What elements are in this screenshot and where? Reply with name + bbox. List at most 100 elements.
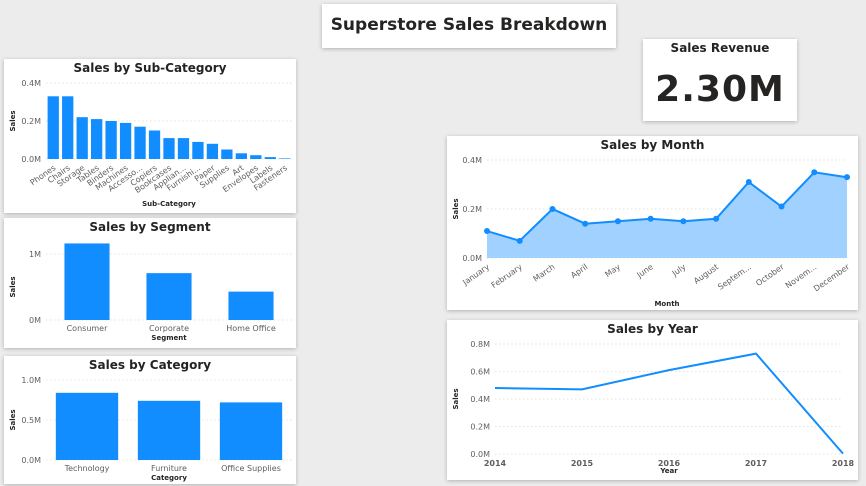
y-tick-label: 0.0M: [462, 254, 482, 263]
x-tick-label: October: [754, 262, 786, 288]
x-axis-title: Segment: [151, 334, 187, 342]
sales-by-subcategory-chart[interactable]: Sales by Sub-Category 0.0M 0.2M 0.4M Sales S…: [4, 59, 296, 213]
bar-subcategory: [91, 119, 103, 159]
kpi-label: Sales Revenue: [670, 41, 770, 55]
bar-subcategory: [163, 138, 175, 159]
x-axis-title: Month: [654, 300, 679, 308]
segment-plot: 0M 1M Sales Segment Consumer Corporate Home Of…: [9, 243, 292, 342]
data-point: [811, 169, 818, 176]
series-line: [494, 352, 844, 455]
x-axis-title: Year: [659, 467, 678, 475]
x-tick-label: Corporate: [149, 324, 189, 333]
x-tick-label: April: [569, 262, 589, 280]
y-tick-label: 0.8M: [470, 340, 490, 349]
subcategory-plot: 0.0M0.2M0.4MSalesSub-CategoryPhonesChair…: [9, 79, 292, 208]
data-point: [549, 206, 556, 212]
sales-by-year-chart[interactable]: Sales by Year 0.0M 0.2M 0.4M 0.6M 0.8M Sales Y…: [447, 320, 858, 480]
y-tick-label: 0.4M: [470, 395, 490, 404]
bar-subcategory: [221, 149, 233, 159]
bar-subcategory: [47, 96, 59, 159]
x-tick-label: December: [812, 262, 852, 294]
x-tick-label: May: [603, 262, 622, 279]
x-tick-label: Consumer: [67, 324, 109, 333]
bar-subcategory: [119, 122, 132, 159]
y-tick-label: 0.0M: [21, 155, 41, 164]
year-plot: 0.0M 0.2M 0.4M 0.6M 0.8M Sales Year 2014 2015 201…: [452, 340, 855, 475]
area-fill: [487, 172, 847, 258]
bar-subcategory: [134, 126, 146, 159]
x-tick-label: July: [670, 262, 688, 278]
data-point: [745, 179, 752, 186]
y-tick-label: 1.0M: [21, 376, 41, 385]
x-axis-title: Sub-Category: [142, 200, 196, 208]
y-axis-title: Sales: [9, 110, 17, 131]
bar-subcategory: [250, 155, 262, 159]
kpi-value: 2.30M: [655, 69, 785, 110]
x-tick-label: June: [635, 262, 655, 280]
month-plot: 0.0M 0.2M 0.4M Sales Month JanuaryFebruary Mar…: [452, 156, 852, 308]
y-axis-title: Sales: [9, 276, 17, 297]
data-point: [484, 228, 490, 235]
bar-segment: [64, 243, 110, 320]
y-tick-label: 0.4M: [462, 156, 482, 165]
x-tick-label: March: [531, 262, 556, 283]
bar-category: [55, 392, 119, 460]
bar-subcategory: [206, 143, 219, 159]
bar-subcategory: [148, 130, 161, 159]
x-axis-title: Category: [151, 474, 187, 482]
y-tick-label: 0.4M: [21, 79, 41, 88]
x-tick-label: August: [692, 262, 720, 285]
category-plot: 0.0M 0.5M 1.0M Sales Category Technology Furni…: [9, 376, 292, 482]
data-point: [516, 237, 523, 244]
data-point: [614, 218, 621, 225]
x-tick-label: 2017: [745, 459, 767, 468]
y-tick-label: 0.2M: [462, 205, 482, 214]
bar-subcategory: [192, 141, 204, 159]
x-tick-label: Septem...: [716, 262, 753, 291]
sales-by-segment-chart[interactable]: Sales by Segment 0M 1M Sales Segment Consume…: [4, 218, 296, 348]
y-tick-label: 0.2M: [470, 423, 490, 432]
bar-subcategory: [76, 117, 88, 159]
x-tick-label: January: [460, 262, 491, 287]
sales-revenue-card[interactable]: Sales Revenue 2.30M: [643, 39, 797, 121]
bar-subcategory: [279, 158, 291, 159]
bar-subcategory: [62, 96, 74, 159]
y-tick-label: 0.0M: [470, 450, 490, 459]
x-tick-label: 2016: [658, 459, 681, 468]
y-axis-title: Sales: [452, 198, 460, 219]
x-tick-label: Technology: [64, 464, 110, 473]
sales-by-category-chart[interactable]: Sales by Category 0.0M 0.5M 1.0M Sales Categ…: [4, 356, 296, 484]
bar-segment: [228, 291, 274, 320]
x-tick-label: Home Office: [226, 324, 276, 333]
dashboard-title-card: Superstore Sales Breakdown: [322, 4, 616, 48]
data-point: [778, 203, 785, 210]
data-point: [844, 174, 850, 181]
y-tick-label: 1M: [29, 250, 41, 259]
y-axis-title: Sales: [9, 409, 17, 430]
x-tick-label: 2015: [571, 459, 594, 468]
sales-by-month-chart[interactable]: Sales by Month 0.0M 0.2M 0.4M Sales Month Jan…: [447, 136, 858, 310]
bar-subcategory: [264, 157, 276, 159]
data-point: [647, 215, 654, 222]
y-tick-label: 0.5M: [21, 416, 41, 425]
y-tick-label: 0.6M: [470, 368, 490, 377]
x-tick-label: 2014: [484, 459, 507, 468]
data-point: [582, 220, 589, 227]
y-axis-title: Sales: [452, 388, 460, 409]
bar-subcategory: [105, 121, 117, 159]
y-tick-label: 0.0M: [21, 456, 41, 465]
data-point: [680, 218, 687, 225]
x-tick-label: 2018: [832, 459, 855, 468]
bar-segment: [146, 273, 192, 320]
dashboard-title: Superstore Sales Breakdown: [330, 15, 608, 35]
bar-category: [137, 400, 201, 460]
bar-subcategory: [177, 138, 190, 159]
x-tick-label: Office Supplies: [221, 464, 281, 473]
y-tick-label: 0M: [29, 316, 41, 325]
data-point: [713, 215, 720, 222]
x-tick-label: February: [490, 262, 524, 290]
y-tick-label: 0.2M: [21, 117, 41, 126]
bar-subcategory: [235, 153, 247, 159]
x-tick-label: Furniture: [151, 464, 187, 473]
bar-category: [219, 402, 283, 460]
